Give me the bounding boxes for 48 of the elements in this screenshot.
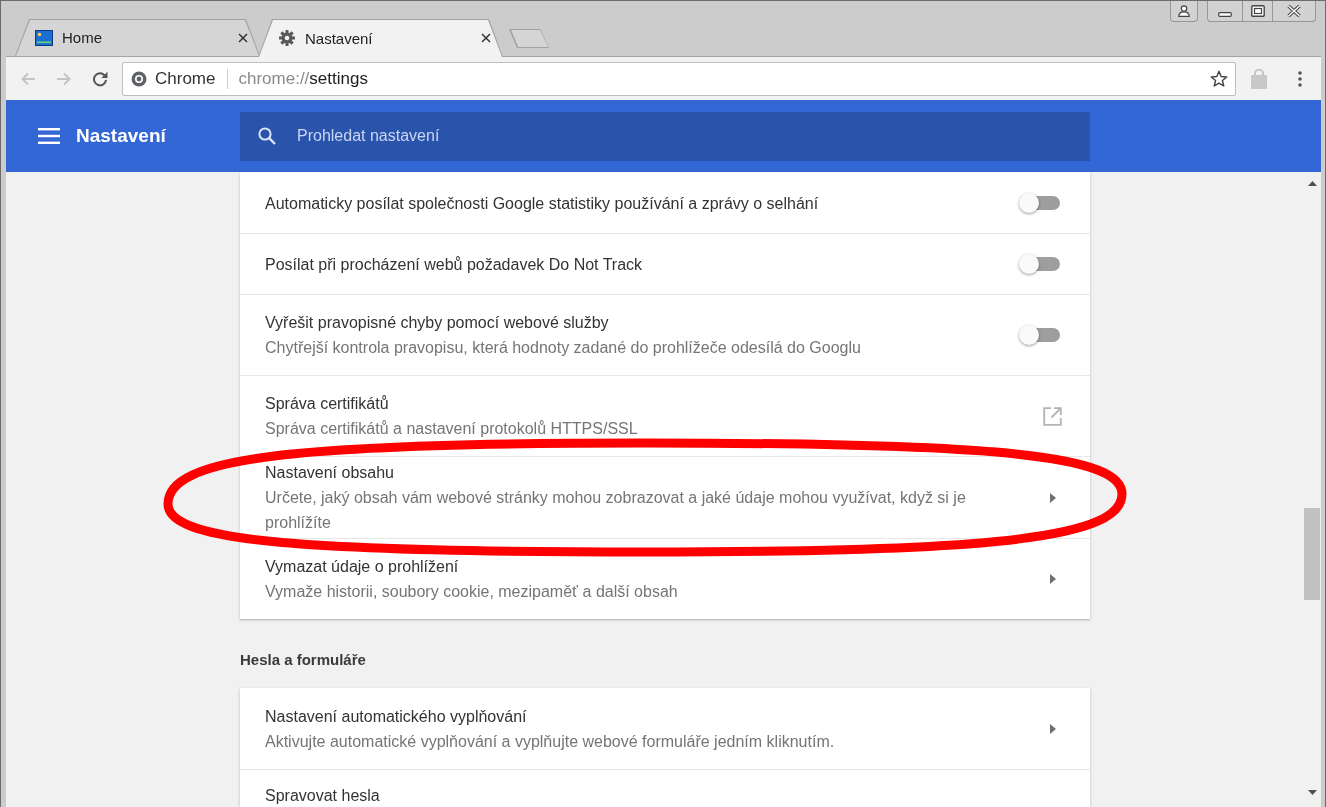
site-label: Chrome — [155, 68, 216, 89]
setting-description: Správa certifikátů a nastavení protokolů HTTPS/SSL — [265, 419, 639, 439]
setting-title: Správa certifikátů — [265, 394, 390, 414]
minimize-button[interactable] — [1207, 1, 1243, 22]
search-icon — [258, 126, 276, 145]
gear-icon — [278, 30, 296, 46]
browser-tab[interactable]: Home — [15, 19, 260, 56]
scrollbar-thumb[interactable] — [1304, 508, 1320, 600]
setting-title: Spravovat hesla — [265, 786, 381, 806]
setting-title: Vymazat údaje o prohlížení — [265, 557, 460, 577]
address-bar[interactable]: Chrome chrome://settings — [122, 61, 1236, 96]
setting-title: Automaticky posílat společnosti Google statistiky používání a zprávy o selhání — [265, 193, 820, 214]
search-field[interactable]: Prohledat nastavení — [240, 111, 1090, 161]
triangle-down-icon[interactable] — [1307, 790, 1317, 795]
close-button[interactable] — [1273, 1, 1316, 22]
triangle-up-icon[interactable] — [1307, 181, 1317, 186]
toggle-switch[interactable] — [1019, 254, 1062, 274]
menu-icon[interactable] — [38, 128, 60, 144]
caret-right-icon — [1050, 492, 1056, 503]
close-icon[interactable] — [481, 33, 491, 43]
close-icon — [1287, 5, 1301, 17]
picture-icon — [35, 29, 53, 46]
round-logo-icon[interactable] — [131, 70, 147, 87]
profile-button[interactable] — [1170, 1, 1198, 22]
setting-title: Vyřešit pravopisné chyby pomocí webové služby — [265, 313, 610, 333]
setting-description: Aktivujte automatické vyplňování a vyplňujte webové formuláře jedním kliknutím. — [265, 732, 836, 752]
maximize-button[interactable] — [1243, 1, 1273, 22]
page-title: Nastavení — [76, 125, 166, 147]
section-heading: Hesla a formuláře — [240, 650, 367, 670]
setting-description: Vymaže historii, soubory cookie, mezipaměť a další obsah — [265, 582, 679, 602]
caret-right-icon — [1050, 574, 1056, 584]
circular-arrow-icon[interactable] — [92, 70, 108, 87]
maximize-icon — [1250, 5, 1265, 17]
setting-title: Nastavení obsahu — [265, 463, 395, 483]
person-icon — [1177, 5, 1191, 17]
setting-title: Posílat při procházení webů požadavek Do Not Track — [265, 254, 644, 275]
caret-right-icon — [1050, 724, 1056, 734]
browser-tab[interactable]: Nastavení — [258, 19, 503, 57]
menu-icon[interactable] — [1298, 70, 1302, 87]
close-icon[interactable] — [238, 32, 248, 43]
star-icon[interactable] — [1210, 69, 1228, 88]
url-text: chrome://settings — [238, 68, 368, 89]
minimize-icon — [1218, 11, 1232, 17]
setting-description: Určete, jaký obsah vám webové stránky mohou zobrazovat a jaké údaje mohou využívat, když si je prohlížíte — [265, 488, 967, 533]
toggle-switch[interactable] — [1019, 193, 1062, 213]
toggle-switch[interactable] — [1019, 325, 1062, 345]
setting-description: Chytřejší kontrola pravopisu, která hodnoty zadané do prohlížeče odesílá do Googlu — [265, 338, 862, 358]
setting-title: Nastavení automatického vyplňování — [265, 707, 528, 727]
